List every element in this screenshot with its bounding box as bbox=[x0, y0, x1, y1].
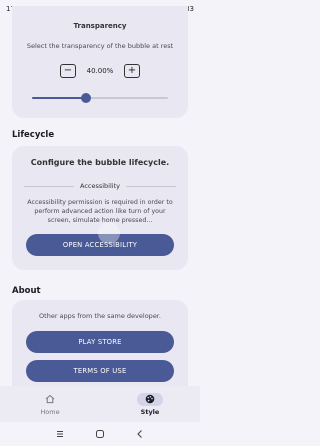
home-icon-wrap bbox=[37, 393, 63, 406]
terms-of-use-button[interactable]: TERMS OF USE bbox=[26, 360, 174, 382]
slider-fill bbox=[32, 97, 87, 99]
style-icon-wrap bbox=[137, 392, 163, 406]
transparency-stepper: − 40.00% + bbox=[12, 64, 188, 78]
accessibility-divider: Accessibility bbox=[24, 182, 176, 190]
nav-home[interactable]: Home bbox=[0, 386, 100, 422]
nav-style[interactable]: Style bbox=[100, 386, 200, 422]
lifecycle-heading: Lifecycle bbox=[12, 130, 55, 140]
back-icon bbox=[137, 430, 142, 438]
palette-icon bbox=[145, 394, 155, 404]
about-subtitle: Other apps from the same developer. bbox=[39, 312, 161, 320]
nav-home-label: Home bbox=[40, 407, 60, 416]
play-store-button[interactable]: PLAY STORE bbox=[26, 331, 174, 353]
accessibility-description: Accessibility permission is required in … bbox=[27, 199, 173, 224]
transparency-card: Transparency Select the transparency of … bbox=[12, 6, 188, 118]
accessibility-label: Accessibility bbox=[80, 182, 120, 190]
about-heading: About bbox=[12, 286, 41, 296]
system-navigation-bar bbox=[0, 422, 200, 446]
system-home-button[interactable] bbox=[93, 427, 107, 441]
divider-line-left bbox=[24, 185, 74, 187]
recents-button[interactable] bbox=[53, 427, 67, 441]
about-card: Other apps from the same developer. PLAY… bbox=[12, 300, 188, 390]
nav-style-label: Style bbox=[140, 407, 160, 416]
home-icon bbox=[45, 394, 55, 404]
transparency-slider[interactable] bbox=[32, 92, 168, 104]
slider-thumb[interactable] bbox=[81, 93, 92, 103]
system-home-icon bbox=[96, 430, 104, 438]
touch-ripple bbox=[98, 222, 120, 244]
bottom-navigation: Home Style bbox=[0, 386, 200, 422]
transparency-title: Transparency bbox=[73, 22, 127, 30]
transparency-value: 40.00% bbox=[86, 67, 114, 75]
lifecycle-title: Configure the bubble lifecycle. bbox=[30, 158, 170, 167]
transparency-subtitle: Select the transparency of the bubble at… bbox=[26, 42, 174, 50]
divider-line-right bbox=[126, 185, 176, 187]
back-button[interactable] bbox=[133, 427, 147, 441]
decrease-button[interactable]: − bbox=[60, 64, 76, 78]
increase-button[interactable]: + bbox=[124, 64, 140, 78]
lifecycle-card: Configure the bubble lifecycle. Accessib… bbox=[12, 146, 188, 270]
recents-icon bbox=[57, 431, 63, 437]
